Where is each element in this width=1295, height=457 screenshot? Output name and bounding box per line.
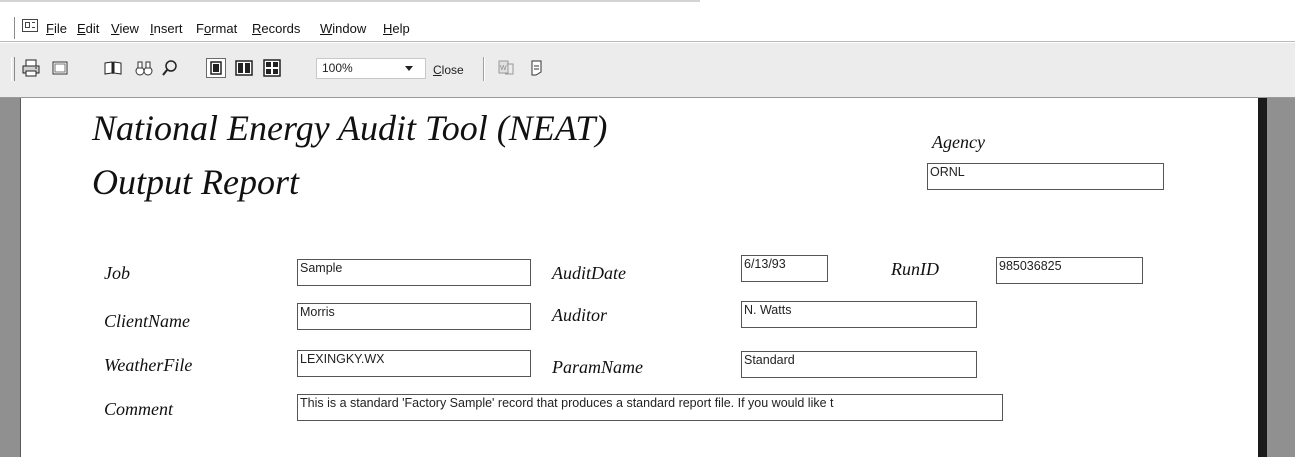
clientname-label: ClientName [104, 311, 190, 331]
weatherfile-field: LEXINGKY.WX [297, 350, 531, 377]
menu-edit[interactable]: Edit [77, 22, 99, 36]
runid-label: RunID [891, 259, 939, 279]
print-icon[interactable] [21, 58, 41, 78]
job-label: Job [104, 263, 130, 283]
open-book-icon[interactable] [103, 58, 123, 78]
paramname-field: Standard [741, 351, 977, 378]
page-shadow-right [1258, 98, 1267, 457]
multiple-pages-icon[interactable] [262, 58, 282, 78]
toolbar-separator [483, 57, 485, 81]
comment-field: This is a standard 'Factory Sample' reco… [297, 394, 1003, 421]
menu-format[interactable]: Format [196, 22, 237, 36]
menu-insert[interactable]: Insert [150, 22, 183, 36]
agency-field: ORNL [927, 163, 1164, 190]
paramname-label: ParamName [552, 357, 643, 377]
agency-label: Agency [932, 132, 985, 152]
svg-text:W: W [500, 65, 507, 72]
auditor-field: N. Watts [741, 301, 977, 328]
preview-background-left [0, 98, 20, 457]
job-field: Sample [297, 259, 531, 286]
comment-label: Comment [104, 399, 173, 419]
page-setup-icon[interactable] [50, 58, 70, 78]
menu-bar-top-border [0, 0, 700, 2]
chevron-down-icon[interactable] [405, 66, 413, 71]
toolbar-grip[interactable] [11, 57, 15, 81]
close-button[interactable]: Close [433, 63, 464, 77]
menu-view[interactable]: View [111, 22, 139, 36]
database-window-icon[interactable] [526, 58, 546, 78]
menu-help[interactable]: Help [383, 22, 410, 36]
menu-bar: File Edit View Insert Format Records Win… [0, 0, 1295, 42]
runid-field: 985036825 [996, 257, 1143, 284]
weatherfile-label: WeatherFile [104, 355, 193, 375]
two-pages-icon[interactable] [234, 58, 254, 78]
auditdate-field: 6/13/93 [741, 255, 828, 282]
binoculars-icon[interactable] [134, 58, 154, 78]
menu-records[interactable]: Records [252, 22, 300, 36]
zoom-value: 100% [322, 61, 353, 75]
auditor-label: Auditor [552, 305, 608, 325]
print-preview-toolbar: 100% Close W [0, 43, 1295, 98]
menu-window[interactable]: Window [320, 22, 366, 36]
one-page-icon[interactable] [206, 58, 226, 78]
report-title-line2: Output Report [92, 162, 299, 202]
menu-file[interactable]: File [46, 22, 67, 36]
report-title-line1: National Energy Audit Tool (NEAT) [92, 108, 608, 148]
menu-bar-grip[interactable] [11, 17, 15, 39]
auditdate-label: AuditDate [552, 263, 626, 283]
report-window-icon[interactable] [22, 19, 38, 32]
menu-bar-divider [0, 41, 1295, 42]
zoom-icon[interactable] [160, 58, 180, 78]
clientname-field: Morris [297, 303, 531, 330]
office-links-icon[interactable]: W [496, 58, 516, 78]
